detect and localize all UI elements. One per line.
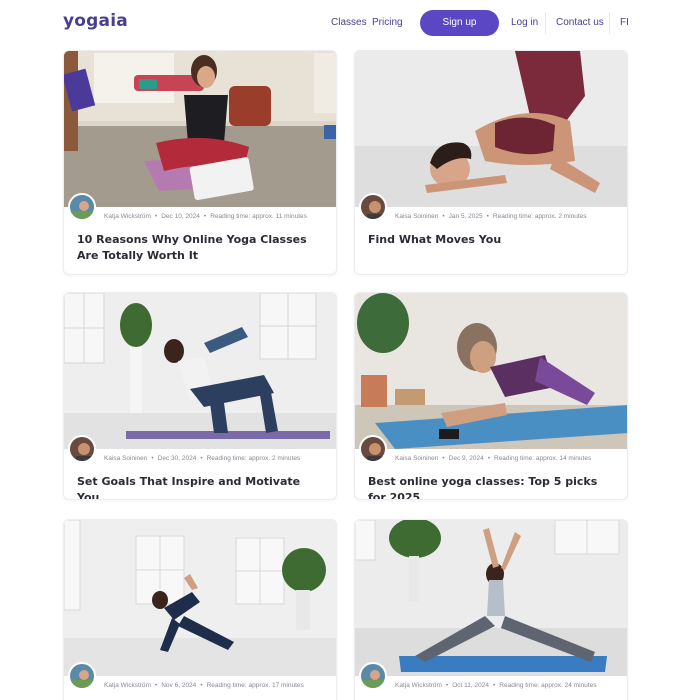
post-date: Dec 10, 2024: [161, 213, 200, 220]
site-header: yogaia Classes Pricing Sign up Log in Co…: [0, 0, 700, 48]
post-title[interactable]: Set Goals That Inspire and Motivate You: [77, 474, 317, 499]
author-avatar: [359, 662, 387, 690]
author-avatar: [68, 193, 96, 221]
nav-contact[interactable]: Contact us: [556, 17, 604, 28]
post-meta: Kaisa Soininen • Dec 30, 2024 • Reading time…: [104, 455, 301, 462]
signup-button[interactable]: Sign up: [420, 10, 499, 36]
post-image[interactable]: [355, 51, 627, 207]
post-date: Jan 5, 2025: [448, 213, 483, 220]
post-meta: Katja Wickström • Nov 6, 2024 • Reading time…: [104, 682, 304, 689]
nav-divider: [545, 12, 546, 34]
author-avatar: [359, 193, 387, 221]
blog-post-card[interactable]: Kaisa Soininen • Jan 5, 2025 • Reading time:…: [354, 50, 628, 275]
post-meta: Kaisa Soininen • Jan 5, 2025 • Reading time:…: [395, 213, 587, 220]
post-image[interactable]: [355, 520, 627, 676]
post-reading-time: Reading time: approx. 24 minutes: [499, 682, 597, 689]
post-date: Dec 9, 2024: [448, 455, 484, 462]
post-date: Dec 30, 2024: [157, 455, 197, 462]
blog-post-card[interactable]: Kaisa Soininen • Dec 9, 2024 • Reading time:…: [354, 292, 628, 500]
author-avatar: [359, 435, 387, 463]
blog-post-card[interactable]: Kaisa Soininen • Dec 30, 2024 • Reading time…: [63, 292, 337, 500]
logo[interactable]: yogaia: [63, 11, 128, 31]
post-reading-time: Reading time: approx. 11 minutes: [210, 213, 307, 220]
post-author: Kaisa Soininen: [395, 213, 439, 220]
post-meta: Katja Wickström • Oct 11, 2024 • Reading tim…: [395, 682, 597, 689]
post-reading-time: Reading time: approx. 17 minutes: [206, 682, 304, 689]
post-date: Nov 6, 2024: [161, 682, 197, 689]
post-title[interactable]: 10 Reasons Why Online Yoga Classes Are T…: [77, 232, 317, 264]
post-title[interactable]: Find What Moves You: [368, 232, 608, 248]
post-image[interactable]: [64, 293, 336, 449]
post-author: Kaisa Soininen: [104, 455, 148, 462]
post-author: Katja Wickström: [104, 682, 151, 689]
blog-post-card[interactable]: Katja Wickström • Nov 6, 2024 • Reading time…: [63, 519, 337, 700]
language-switch[interactable]: FI: [620, 17, 629, 28]
post-image[interactable]: [64, 51, 336, 207]
post-meta: Kaisa Soininen • Dec 9, 2024 • Reading time:…: [395, 455, 592, 462]
post-reading-time: Reading time: approx. 14 minutes: [494, 455, 592, 462]
author-avatar: [68, 662, 96, 690]
blog-post-card[interactable]: Katja Wickström • Dec 10, 2024 • Reading tim…: [63, 50, 337, 275]
post-author: Kaisa Soininen: [395, 455, 439, 462]
nav-login[interactable]: Log in: [511, 17, 538, 28]
nav-pricing[interactable]: Pricing: [372, 17, 403, 28]
author-avatar: [68, 435, 96, 463]
post-reading-time: Reading time: approx. 2 minutes: [492, 213, 587, 220]
nav-divider: [609, 12, 610, 34]
post-author: Katja Wickström: [395, 682, 442, 689]
post-image[interactable]: [355, 293, 627, 449]
post-author: Katja Wickström: [104, 213, 151, 220]
post-date: Oct 11, 2024: [452, 682, 489, 689]
post-image[interactable]: [64, 520, 336, 676]
post-meta: Katja Wickström • Dec 10, 2024 • Reading tim…: [104, 213, 307, 220]
nav-classes[interactable]: Classes: [331, 17, 367, 28]
post-reading-time: Reading time: approx. 2 minutes: [206, 455, 301, 462]
blog-post-card[interactable]: Katja Wickström • Oct 11, 2024 • Reading tim…: [354, 519, 628, 700]
post-title[interactable]: Best online yoga classes: Top 5 picks fo…: [368, 474, 608, 499]
